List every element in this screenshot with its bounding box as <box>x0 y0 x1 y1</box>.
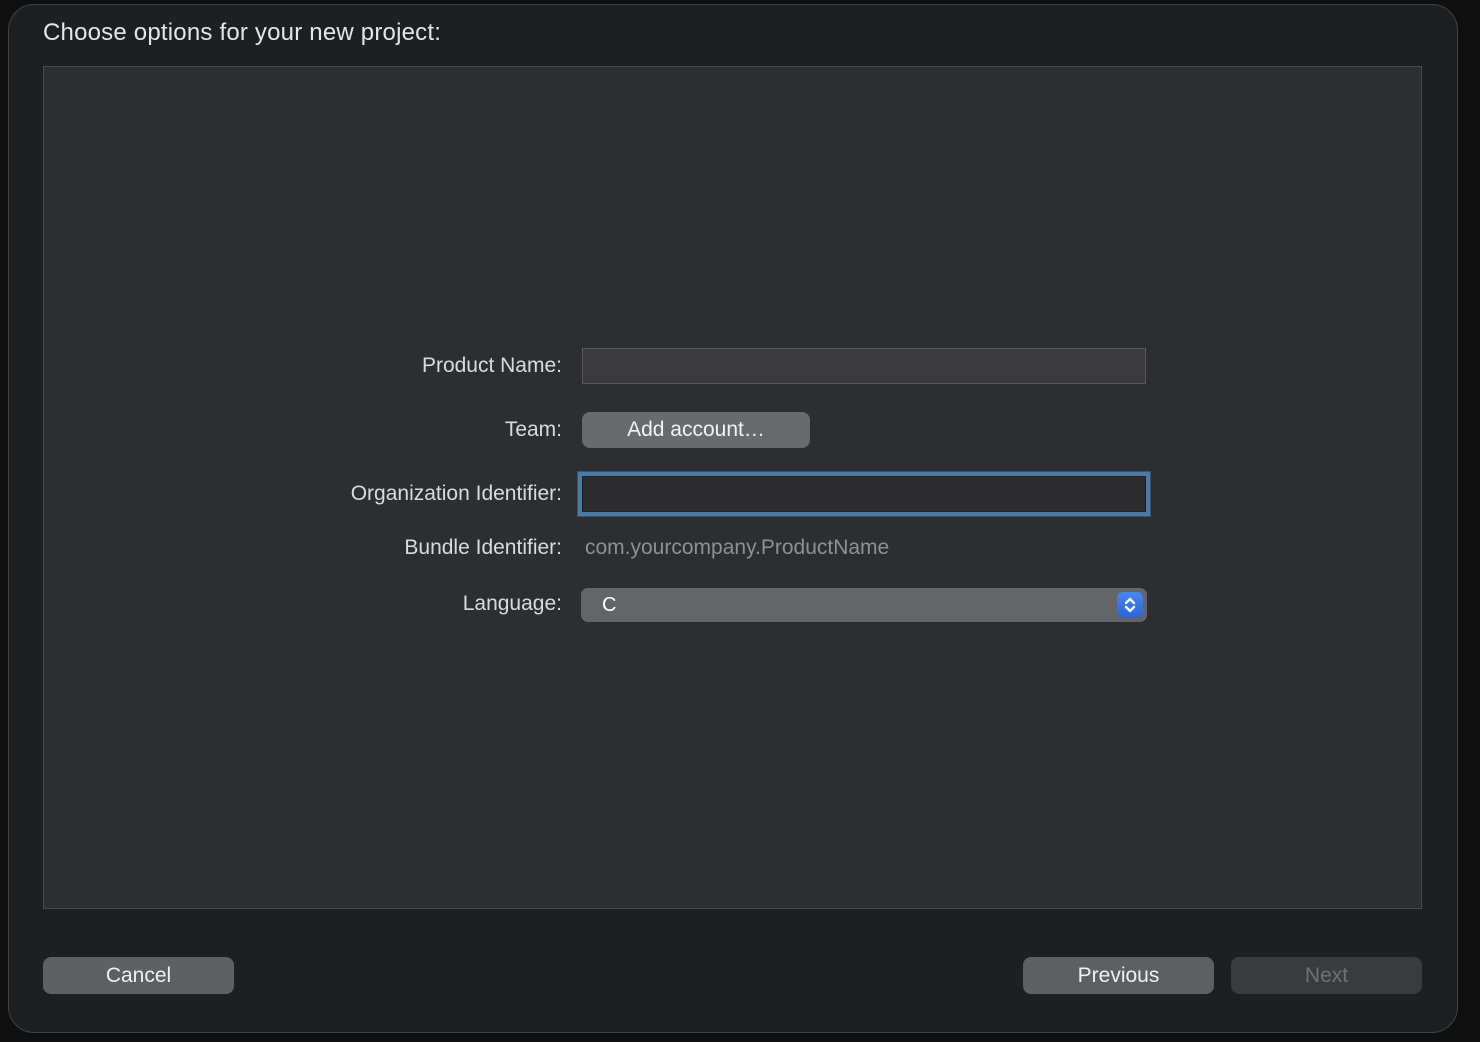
options-panel: Product Name: Team: Add account… Organiz… <box>43 66 1422 909</box>
new-project-options-dialog: Choose options for your new project: Pro… <box>8 4 1458 1033</box>
bundle-identifier-value: com.yourcompany.ProductName <box>585 530 889 566</box>
cancel-button[interactable]: Cancel <box>43 957 234 994</box>
organization-identifier-label: Organization Identifier: <box>102 476 562 512</box>
language-label: Language: <box>102 587 562 621</box>
team-label: Team: <box>102 412 562 448</box>
bundle-identifier-label: Bundle Identifier: <box>102 530 562 566</box>
product-name-label: Product Name: <box>102 348 562 384</box>
screen: Choose options for your new project: Pro… <box>0 0 1480 1042</box>
product-name-input[interactable] <box>582 348 1146 384</box>
dialog-title: Choose options for your new project: <box>43 19 441 47</box>
language-selected-value: C <box>602 594 616 617</box>
language-select[interactable]: C <box>581 588 1147 622</box>
add-account-button[interactable]: Add account… <box>582 412 810 448</box>
next-button[interactable]: Next <box>1231 957 1422 994</box>
previous-button[interactable]: Previous <box>1023 957 1214 994</box>
organization-identifier-input[interactable] <box>582 476 1146 512</box>
popup-stepper-icon <box>1117 592 1143 618</box>
